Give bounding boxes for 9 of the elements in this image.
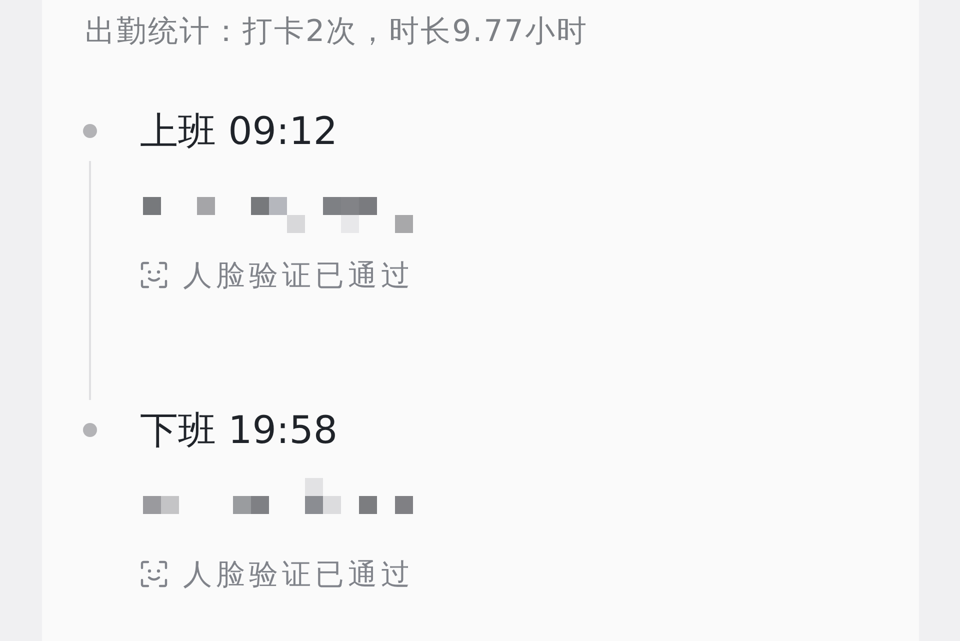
face-scan-icon — [140, 560, 168, 588]
punch-time-title: 上班 09:12 — [140, 109, 338, 153]
face-scan-icon — [140, 261, 168, 289]
punch-time-title: 下班 19:58 — [140, 408, 338, 452]
timeline-dot — [83, 124, 97, 138]
face-verification-text: 人脸验证已通过 — [183, 257, 414, 294]
attendance-summary-text: 出勤统计：打卡2次，时长9.77小时 — [85, 13, 588, 51]
timeline-dot — [83, 423, 97, 437]
face-verification-text: 人脸验证已通过 — [183, 556, 414, 593]
